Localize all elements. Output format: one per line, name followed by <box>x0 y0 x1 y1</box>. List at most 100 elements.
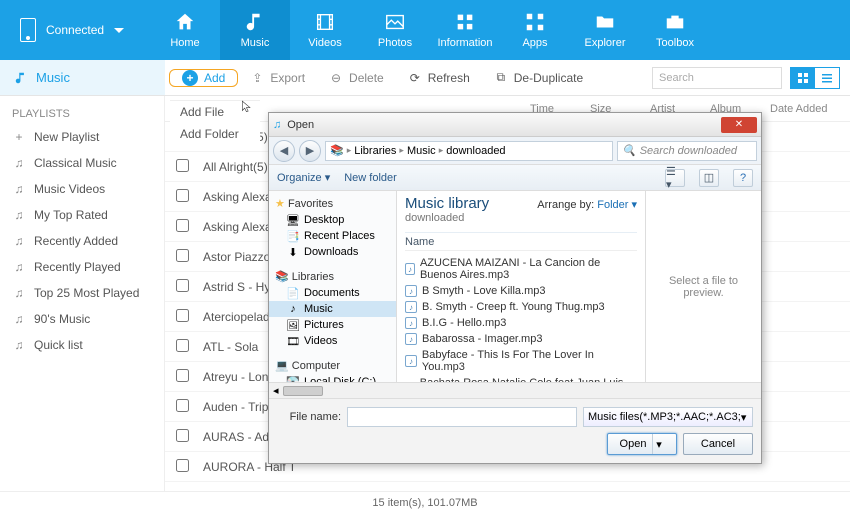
row-checkbox[interactable] <box>176 399 189 412</box>
tree-desktop[interactable]: 🖥Desktop <box>269 212 396 228</box>
nav-information[interactable]: Information <box>430 0 500 60</box>
nav-explorer[interactable]: Explorer <box>570 0 640 60</box>
file-item[interactable]: ♪B. Smyth - Creep ft. Young Thug.mp3 <box>405 299 637 315</box>
export-button[interactable]: ⇪ Export <box>238 60 317 95</box>
file-item[interactable]: ♪ AZUCENA MAIZANI - La Cancion de Buenos … <box>405 255 637 283</box>
forward-button[interactable]: ▶ <box>299 140 321 162</box>
dialog-search[interactable]: 🔍 Search downloaded <box>617 141 757 161</box>
dialog-toolbar: Organize ▾ New folder ☰ ▾ ◫ ? <box>269 165 761 191</box>
file-item[interactable]: ♪B.I.G - Hello.mp3 <box>405 315 637 331</box>
add-folder-item[interactable]: Add Folder <box>170 123 260 145</box>
row-checkbox[interactable] <box>176 309 189 322</box>
tree-recent[interactable]: 📑Recent Places <box>269 228 396 244</box>
row-checkbox[interactable] <box>176 339 189 352</box>
music-tab[interactable]: Music <box>0 60 165 95</box>
nav-toolbox[interactable]: Toolbox <box>640 0 710 60</box>
row-checkbox[interactable] <box>176 189 189 202</box>
arrange-by[interactable]: Arrange by: Folder ▾ <box>537 198 637 211</box>
playlist-item[interactable]: ♫Classical Music <box>0 150 164 176</box>
search-icon: 🔍 <box>622 144 636 157</box>
playlist-item[interactable]: ♫Top 25 Most Played <box>0 280 164 306</box>
device-selector[interactable]: Connected <box>0 18 150 42</box>
nav-videos[interactable]: Videos <box>290 0 360 60</box>
search-input[interactable]: Search <box>652 67 782 89</box>
tree-pictures[interactable]: 🖼Pictures <box>269 317 396 333</box>
preview-pane-button[interactable]: ◫ <box>699 169 719 187</box>
horizontal-scrollbar[interactable]: ◂ <box>269 382 761 398</box>
tree-videos[interactable]: 🎞Videos <box>269 333 396 349</box>
music-icon <box>244 11 266 33</box>
playlist-label: Recently Added <box>34 234 118 248</box>
name-column[interactable]: Name <box>405 233 637 251</box>
playlist-item[interactable]: ♫Recently Added <box>0 228 164 254</box>
row-checkbox[interactable] <box>176 459 189 472</box>
help-button[interactable]: ? <box>733 169 753 187</box>
add-button[interactable]: + Add <box>170 70 237 86</box>
crumb[interactable]: Music <box>407 145 436 157</box>
row-checkbox[interactable] <box>176 429 189 442</box>
audio-file-icon: ♪ <box>405 301 417 313</box>
libraries-group[interactable]: 📚 Libraries <box>269 268 396 285</box>
audio-file-icon: ♪ <box>405 317 417 329</box>
row-checkbox[interactable] <box>176 279 189 292</box>
favorites-group[interactable]: ★ Favorites <box>269 195 396 212</box>
playlist-item[interactable]: +New Playlist <box>0 124 164 150</box>
open-split-icon[interactable]: ▾ <box>652 434 664 454</box>
app-logo-icon: ♫ <box>273 119 281 131</box>
back-button[interactable]: ◀ <box>273 140 295 162</box>
file-name-label: File name: <box>277 411 341 423</box>
cursor-icon <box>240 100 254 114</box>
file-name: AZUCENA MAIZANI - La Cancion de Buenos A… <box>420 257 637 281</box>
playlist-item[interactable]: ♫Quick list <box>0 332 164 358</box>
col-date[interactable]: Date Added <box>770 103 850 115</box>
view-options-button[interactable]: ☰ ▾ <box>665 169 685 187</box>
recent-icon: 📑 <box>287 230 299 242</box>
new-folder-button[interactable]: New folder <box>344 172 397 184</box>
audio-file-icon: ♪ <box>405 263 415 275</box>
info-icon <box>454 11 476 33</box>
cancel-button[interactable]: Cancel <box>683 433 753 455</box>
tree-disk-c[interactable]: 💽Local Disk (C:) <box>269 374 396 382</box>
row-checkbox[interactable] <box>176 219 189 232</box>
organize-button[interactable]: Organize ▾ <box>277 171 330 184</box>
file-name-input[interactable] <box>347 407 577 427</box>
deduplicate-button[interactable]: ⧉ De-Duplicate <box>482 60 595 95</box>
main-nav: Home Music Videos Photos Information App… <box>150 0 710 60</box>
star-icon: ★ <box>275 198 285 210</box>
playlist-item[interactable]: ♫My Top Rated <box>0 202 164 228</box>
tree-downloads[interactable]: ⬇Downloads <box>269 244 396 260</box>
file-item[interactable]: ♪B Smyth - Love Killa.mp3 <box>405 283 637 299</box>
file-filter[interactable]: Music files(*.MP3;*.AAC;*.AC3; ▾ <box>583 407 753 427</box>
file-item[interactable]: ♪Bachata Rosa Natalie Cole feat Juan Lui… <box>405 375 637 382</box>
nav-apps[interactable]: Apps <box>500 0 570 60</box>
row-checkbox[interactable] <box>176 249 189 262</box>
playlist-item[interactable]: ♫Music Videos <box>0 176 164 202</box>
nav-home[interactable]: Home <box>150 0 220 60</box>
playlist-item[interactable]: ♫90's Music <box>0 306 164 332</box>
grid-view-button[interactable] <box>791 68 815 88</box>
audio-file-icon: ♪ <box>405 285 417 297</box>
file-list: Music library downloaded Arrange by: Fol… <box>397 191 645 382</box>
open-button[interactable]: Open▾ <box>607 433 677 455</box>
file-item[interactable]: ♪Babarossa - Imager.mp3 <box>405 331 637 347</box>
tree-music[interactable]: ♪Music <box>269 301 396 317</box>
nav-photos[interactable]: Photos <box>360 0 430 60</box>
delete-button[interactable]: ⊖ Delete <box>317 60 396 95</box>
list-view-button[interactable] <box>815 68 839 88</box>
dialog-titlebar[interactable]: ♫ Open ✕ <box>269 113 761 137</box>
playlist-item[interactable]: ♫Recently Played <box>0 254 164 280</box>
breadcrumb[interactable]: 📚 ▸ Libraries ▸ Music ▸ downloaded <box>325 141 613 161</box>
scroll-thumb[interactable] <box>283 386 323 396</box>
refresh-button[interactable]: ⟳ Refresh <box>396 60 482 95</box>
crumb[interactable]: Libraries <box>354 145 396 157</box>
row-checkbox[interactable] <box>176 369 189 382</box>
tree-documents[interactable]: 📄Documents <box>269 285 396 301</box>
close-button[interactable]: ✕ <box>721 117 757 133</box>
crumb[interactable]: downloaded <box>446 145 505 157</box>
computer-group[interactable]: 💻 Computer <box>269 357 396 374</box>
nav-music[interactable]: Music <box>220 0 290 60</box>
row-checkbox[interactable] <box>176 159 189 172</box>
file-item[interactable]: ♪Babyface - This Is For The Lover In You… <box>405 347 637 375</box>
folder-icon <box>594 11 616 33</box>
folder-tree: ★ Favorites 🖥Desktop 📑Recent Places ⬇Dow… <box>269 191 397 382</box>
